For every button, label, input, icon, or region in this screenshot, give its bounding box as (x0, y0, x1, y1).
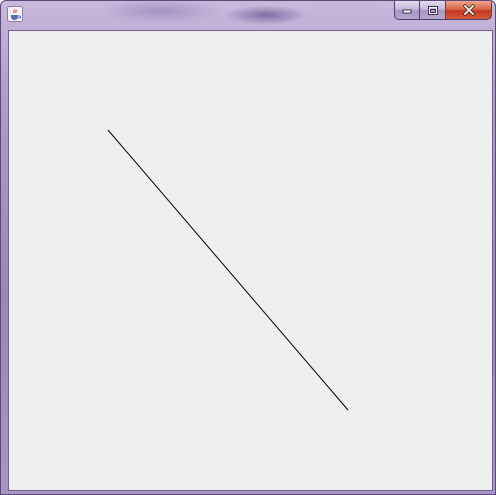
minimize-button[interactable] (394, 1, 420, 20)
maximize-icon (427, 5, 438, 15)
java-cup-icon[interactable] (7, 6, 23, 22)
app-window (0, 0, 496, 495)
window-controls (394, 1, 492, 20)
close-button[interactable] (446, 1, 492, 20)
minimize-icon (402, 9, 412, 14)
maximize-button[interactable] (420, 1, 446, 20)
close-icon (462, 4, 475, 16)
title-bar[interactable] (1, 1, 495, 28)
drawing-canvas[interactable] (9, 31, 492, 490)
drawn-line (107, 129, 349, 411)
drawing-panel[interactable] (8, 30, 493, 491)
